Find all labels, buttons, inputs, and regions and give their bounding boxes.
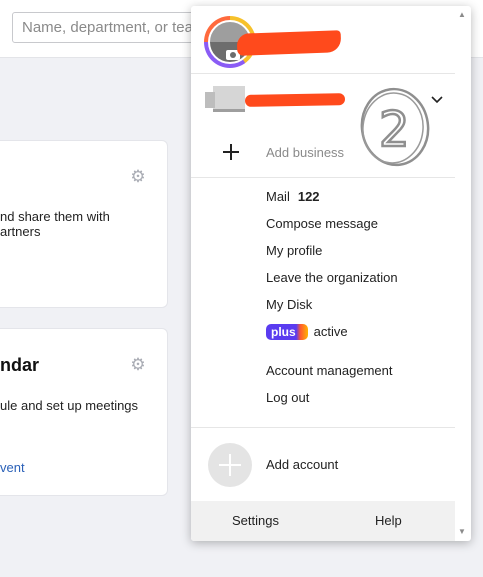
mail-count: 122 xyxy=(297,189,320,204)
add-account-icon[interactable] xyxy=(208,443,252,487)
add-account-label[interactable]: Add account xyxy=(266,457,338,472)
card-description: ule and set up meetings xyxy=(0,398,139,413)
gear-icon[interactable]: ⚙ xyxy=(130,168,146,185)
card-description: artners xyxy=(0,224,41,239)
scroll-up-icon[interactable]: ▲ xyxy=(458,11,466,19)
gear-icon[interactable]: ⚙ xyxy=(130,356,146,373)
settings-link[interactable]: Settings xyxy=(232,513,279,528)
add-business-button[interactable]: Add business xyxy=(191,138,455,168)
redacted-organization-name xyxy=(244,93,346,107)
menu-item-leave-organization[interactable]: Leave the organization xyxy=(266,270,398,285)
menu-item-compose-message[interactable]: Compose message xyxy=(266,216,378,231)
organization-section: 2 Add business xyxy=(191,76,455,178)
divider xyxy=(191,427,455,428)
organization-icon xyxy=(205,86,245,112)
current-user[interactable] xyxy=(191,6,455,74)
add-business-label: Add business xyxy=(266,145,345,160)
menu-footer: Settings Help xyxy=(191,501,455,541)
plus-badge: plus xyxy=(266,323,308,340)
service-card: ⚙ nd share them with artners xyxy=(0,140,168,308)
menu-item-log-out[interactable]: Log out xyxy=(266,390,309,405)
mail-label: Mail xyxy=(266,189,290,204)
menu-item-my-profile[interactable]: My profile xyxy=(266,243,322,258)
menu-item-account-management[interactable]: Account management xyxy=(266,363,392,378)
create-event-link[interactable]: vent xyxy=(0,460,25,475)
plus-icon xyxy=(223,144,239,160)
chevron-down-icon[interactable] xyxy=(431,94,443,106)
help-link[interactable]: Help xyxy=(375,513,402,528)
card-title: ndar xyxy=(0,355,40,375)
scroll-down-icon[interactable]: ▼ xyxy=(458,528,466,536)
redacted-user-name xyxy=(236,30,342,56)
menu-item-plus[interactable]: plus active xyxy=(266,323,348,340)
card-description: nd share them with xyxy=(0,209,110,224)
menu-item-my-disk[interactable]: My Disk xyxy=(266,297,312,312)
menu-item-mail[interactable]: Mail 122 xyxy=(266,189,320,204)
account-menu: ▲ ▼ 2 Add business Mail 122 Compose messa… xyxy=(191,6,471,541)
plus-status: active xyxy=(313,324,348,340)
calendar-card: ndar ⚙ ule and set up meetings vent xyxy=(0,328,168,496)
